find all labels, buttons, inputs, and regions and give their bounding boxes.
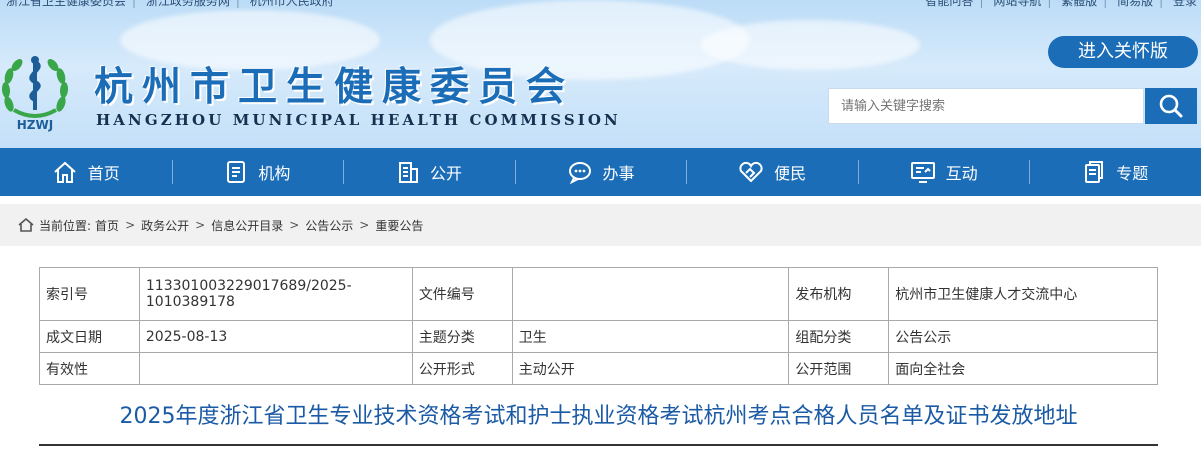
table-row: 成文日期 2025-08-13 主题分类 卫生 组配分类 公告公示 bbox=[39, 320, 1158, 353]
search-icon bbox=[1159, 94, 1183, 118]
breadcrumb-item-catalog[interactable]: 信息公开目录 bbox=[211, 217, 283, 234]
validity-label: 有效性 bbox=[39, 352, 140, 385]
top-links-bar: 浙江省卫生健康委员会 | 浙江政务服务网 | 杭州市人民政府 智能问答 | 网站导航 |… bbox=[0, 0, 1201, 8]
monitor-icon bbox=[910, 162, 935, 183]
index-label: 索引号 bbox=[39, 267, 140, 321]
date-value: 2025-08-13 bbox=[138, 320, 413, 353]
category-label: 组配分类 bbox=[788, 320, 890, 353]
handshake-icon bbox=[739, 161, 763, 183]
scope-label: 公开范围 bbox=[788, 352, 890, 385]
category-value: 公告公示 bbox=[888, 320, 1158, 353]
form-value: 主动公开 bbox=[511, 352, 790, 385]
top-link-zj-health[interactable]: 浙江省卫生健康委员会 bbox=[6, 0, 126, 8]
document-info-table: 索引号 113301003229017689/2025-1010389178 文… bbox=[39, 267, 1158, 385]
breadcrumb: 当前位置: 首页 > 政务公开 > 信息公开目录 > 公告公示 > 重要公告 bbox=[18, 204, 423, 246]
publisher-value: 杭州市卫生健康人才交流中心 bbox=[888, 267, 1158, 321]
top-link-login[interactable]: 登录 bbox=[1173, 0, 1197, 8]
site-title: 杭州市卫生健康委员会 bbox=[94, 64, 575, 110]
index-value: 113301003229017689/2025-1010389178 bbox=[138, 267, 413, 321]
chat-icon bbox=[568, 162, 591, 184]
breadcrumb-item-important[interactable]: 重要公告 bbox=[375, 217, 423, 234]
form-label: 公开形式 bbox=[411, 352, 513, 385]
topic-label: 主题分类 bbox=[411, 320, 513, 353]
svg-text:HZWJ: HZWJ bbox=[17, 118, 53, 132]
nav-item-open[interactable]: 公开 bbox=[343, 148, 515, 196]
book-icon bbox=[1085, 161, 1104, 183]
top-link-simple[interactable]: 简易版 bbox=[1117, 0, 1153, 8]
article-title: 2025年度浙江省卫生专业技术资格考试和护士执业资格考试杭州考点合格人员名单及证… bbox=[119, 404, 1078, 429]
nav-label: 机构 bbox=[258, 164, 291, 183]
nav-label: 专题 bbox=[1116, 164, 1149, 183]
validity-value bbox=[138, 352, 413, 385]
top-link-hz-gov[interactable]: 杭州市人民政府 bbox=[250, 0, 334, 8]
search-input[interactable] bbox=[829, 89, 1143, 123]
building-icon bbox=[398, 162, 418, 183]
nav-label: 公开 bbox=[429, 164, 462, 183]
breadcrumb-item-gov-affairs[interactable]: 政务公开 bbox=[141, 217, 189, 234]
header-cloud bbox=[700, 20, 920, 70]
care-version-button[interactable]: 进入关怀版 bbox=[1048, 36, 1198, 68]
top-link-traditional[interactable]: 繁體版 bbox=[1061, 0, 1097, 8]
table-row: 有效性 公开形式 主动公开 公开范围 面向全社会 bbox=[39, 352, 1158, 385]
nav-item-home[interactable]: 首页 bbox=[0, 148, 172, 196]
date-label: 成文日期 bbox=[39, 320, 140, 353]
breadcrumb-item-notice[interactable]: 公告公示 bbox=[305, 217, 353, 234]
nav-item-topics[interactable]: 专题 bbox=[1029, 148, 1201, 196]
site-header: 浙江省卫生健康委员会 | 浙江政务服务网 | 杭州市人民政府 智能问答 | 网站导航 |… bbox=[0, 0, 1201, 148]
nav-label: 便民 bbox=[774, 164, 807, 183]
main-nav: 首页 机构 公开 办事 便民 互动 专题 bbox=[0, 148, 1201, 196]
publisher-label: 发布机构 bbox=[788, 267, 890, 321]
nav-item-service[interactable]: 办事 bbox=[514, 148, 687, 196]
breadcrumb-bar: 当前位置: 首页 > 政务公开 > 信息公开目录 > 公告公示 > 重要公告 bbox=[0, 204, 1201, 246]
home-icon bbox=[18, 218, 34, 232]
top-link-smart-qa[interactable]: 智能问答 bbox=[925, 0, 973, 8]
doc-no-label: 文件编号 bbox=[411, 267, 513, 321]
table-row: 索引号 113301003229017689/2025-1010389178 文… bbox=[39, 267, 1158, 321]
nav-item-org[interactable]: 机构 bbox=[171, 148, 344, 196]
nav-item-interact[interactable]: 互动 bbox=[857, 148, 1030, 196]
document-icon bbox=[227, 161, 246, 183]
title-divider bbox=[39, 444, 1158, 446]
scope-value: 面向全社会 bbox=[888, 352, 1158, 385]
home-icon bbox=[54, 161, 76, 183]
hzwj-logo-icon[interactable]: HZWJ bbox=[0, 52, 78, 132]
breadcrumb-prefix: 当前位置: bbox=[39, 218, 92, 233]
nav-item-convenience[interactable]: 便民 bbox=[686, 148, 858, 196]
nav-label: 首页 bbox=[87, 164, 120, 183]
top-link-site-nav[interactable]: 网站导航 bbox=[993, 0, 1041, 8]
doc-no-value bbox=[511, 267, 790, 321]
site-subtitle: HANGZHOU MUNICIPAL HEALTH COMMISSION bbox=[96, 111, 621, 129]
nav-label: 互动 bbox=[945, 164, 978, 183]
top-link-zj-gov-service[interactable]: 浙江政务服务网 bbox=[146, 0, 230, 8]
breadcrumb-item-home[interactable]: 首页 bbox=[95, 217, 119, 234]
search-button[interactable] bbox=[1145, 88, 1197, 124]
topic-value: 卫生 bbox=[511, 320, 790, 353]
search-box bbox=[828, 88, 1144, 124]
nav-label: 办事 bbox=[602, 164, 635, 183]
